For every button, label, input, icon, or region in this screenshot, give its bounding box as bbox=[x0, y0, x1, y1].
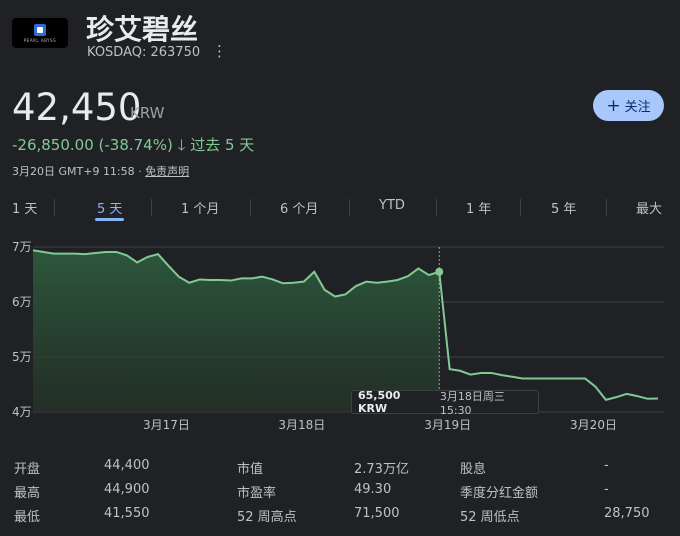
tab-divider bbox=[349, 199, 350, 216]
y-tick-label: 7万 bbox=[12, 240, 32, 254]
change-period: 过去 5 天 bbox=[190, 136, 255, 154]
stat-low-label: 最低 bbox=[14, 510, 41, 525]
x-tick-label: 3月18日 bbox=[278, 418, 325, 432]
tab-divider bbox=[436, 199, 437, 216]
stat-open-value: 44,400 bbox=[104, 458, 150, 473]
price-change: -26,850.00 (-38.74%) 🡓 过去 5 天 bbox=[12, 134, 254, 160]
stat-quarterly-dividend-value: - bbox=[604, 482, 609, 497]
follow-label: 关注 bbox=[624, 100, 651, 115]
timestamp-row: 3月20日 GMT+9 11:58 · 免责声明 bbox=[12, 163, 189, 179]
tab-5d[interactable]: 5 天 bbox=[94, 198, 125, 221]
stat-quarterly-dividend-label: 季度分红金额 bbox=[460, 486, 539, 501]
more-options-icon[interactable]: ⋮ bbox=[212, 42, 227, 60]
stat-52w-high-label: 52 周高点 bbox=[237, 510, 297, 525]
tab-divider bbox=[520, 199, 521, 216]
x-tick-label: 3月17日 bbox=[143, 418, 190, 432]
range-tabs: 1 天 5 天 1 个月 6 个月 YTD 1 年 5 年 最大 bbox=[0, 194, 680, 221]
company-name: 珍艾碧丝 bbox=[86, 13, 199, 46]
stat-dividend-value: - bbox=[604, 458, 609, 473]
tab-divider bbox=[606, 199, 607, 216]
tab-divider bbox=[250, 199, 251, 216]
disclaimer-link[interactable]: 免责声明 bbox=[145, 165, 189, 178]
tab-1d[interactable]: 1 天 bbox=[12, 198, 37, 217]
follow-button[interactable]: + 关注 bbox=[593, 90, 664, 121]
stat-high-label: 最高 bbox=[14, 486, 41, 501]
stat-low-value: 41,550 bbox=[104, 506, 150, 521]
ticker-symbol: KOSDAQ: 263750 bbox=[87, 45, 201, 60]
stat-52w-high-value: 71,500 bbox=[354, 506, 400, 521]
chart-highlight-point bbox=[435, 267, 444, 276]
tab-max[interactable]: 最大 bbox=[636, 198, 662, 217]
logo-text: PEARL ABYSS bbox=[23, 38, 57, 43]
change-value: -26,850.00 (-38.74%) bbox=[12, 136, 173, 154]
stat-market-cap-label: 市值 bbox=[237, 462, 264, 477]
x-tick-label: 3月19日 bbox=[424, 418, 471, 432]
stat-high-value: 44,900 bbox=[104, 482, 150, 497]
x-tick-label: 3月20日 bbox=[570, 418, 617, 432]
stat-52w-low-label: 52 周低点 bbox=[460, 510, 520, 525]
tooltip-value: 65,500 KRW bbox=[358, 389, 401, 415]
tooltip-time: 3月18日周三 15:30 bbox=[439, 389, 505, 417]
chart-tooltip: 65,500 KRW 3月18日周三 15:30 bbox=[351, 389, 539, 417]
chart-x-axis: 3月17日 3月18日 3月19日 3月20日 bbox=[143, 418, 617, 432]
plus-icon: + bbox=[606, 95, 621, 116]
tab-divider bbox=[54, 199, 55, 216]
price-chart[interactable]: 7万 6万 5万 4万 3月17日 3月18日 3月19日 3月20日 bbox=[0, 234, 680, 434]
price-row: 42,450 KRW bbox=[12, 86, 164, 129]
tab-divider bbox=[151, 199, 152, 216]
tab-1y[interactable]: 1 年 bbox=[466, 198, 491, 217]
y-tick-label: 4万 bbox=[12, 405, 32, 419]
stat-52w-low-value: 28,750 bbox=[604, 506, 650, 521]
currency-label: KRW bbox=[130, 104, 165, 122]
tab-6m[interactable]: 6 个月 bbox=[280, 198, 318, 217]
stat-pe-label: 市盈率 bbox=[237, 486, 277, 501]
down-arrow-icon: 🡓 bbox=[177, 136, 186, 154]
stat-pe-value: 49.30 bbox=[354, 482, 392, 497]
logo-mark-icon bbox=[34, 24, 46, 36]
y-tick-label: 5万 bbox=[12, 350, 32, 364]
tab-ytd[interactable]: YTD bbox=[379, 198, 405, 213]
timestamp: 3月20日 GMT+9 11:58 · bbox=[12, 165, 146, 178]
stat-market-cap-value: 2.73万亿 bbox=[354, 462, 409, 477]
tab-1m[interactable]: 1 个月 bbox=[181, 198, 219, 217]
tab-5y[interactable]: 5 年 bbox=[551, 198, 576, 217]
stat-open-label: 开盘 bbox=[14, 462, 41, 477]
chart-y-axis: 7万 6万 5万 4万 bbox=[12, 240, 32, 419]
current-price: 42,450 bbox=[12, 86, 142, 129]
y-tick-label: 6万 bbox=[12, 295, 32, 309]
stock-header: PEARL ABYSS 珍艾碧丝 KOSDAQ: 263750 ⋮ bbox=[12, 8, 668, 60]
company-logo: PEARL ABYSS bbox=[12, 18, 68, 48]
chart-area-fill bbox=[33, 250, 440, 412]
stat-dividend-label: 股息 bbox=[460, 462, 487, 477]
